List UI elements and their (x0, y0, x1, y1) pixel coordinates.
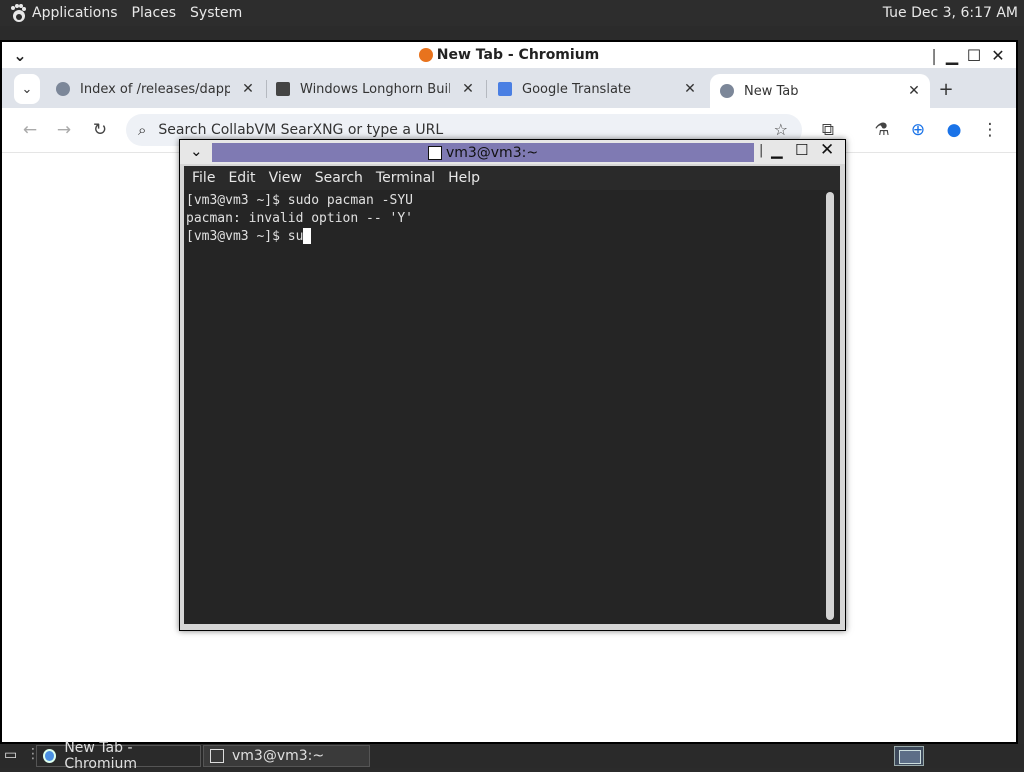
tab-new-tab[interactable]: New Tab ✕ (710, 74, 930, 108)
tab-index-releases[interactable]: Index of /releases/dapper ✕ (56, 74, 256, 104)
terminal-line: [vm3@vm3 ~]$ sudo pacman -SYU (186, 193, 413, 208)
window-menu-chevron-icon[interactable]: ⌄ (10, 45, 30, 65)
profile-icon[interactable]: ● (942, 118, 966, 142)
system-menu[interactable]: System (190, 5, 242, 21)
terminal-cursor (303, 228, 312, 244)
menu-search[interactable]: Search (315, 170, 363, 186)
translate-icon (498, 82, 512, 96)
terminal-line: [vm3@vm3 ~]$ su (186, 229, 304, 244)
menu-help[interactable]: Help (448, 170, 480, 186)
titlebar-separator: | (931, 45, 937, 65)
chrome-icon (720, 84, 734, 98)
more-menu-icon[interactable]: ⋮ (978, 118, 1002, 142)
places-menu[interactable]: Places (132, 5, 177, 21)
tab-label: New Tab (744, 83, 799, 99)
maximize-icon[interactable]: ☐ (795, 141, 808, 159)
tab-close-icon[interactable]: ✕ (906, 83, 922, 99)
back-icon[interactable]: ← (18, 118, 42, 142)
titlebar-separator: | (759, 143, 764, 158)
terminal-titlebar[interactable]: ⌄ vm3@vm3:~ | ▁ ☐ ✕ (180, 140, 845, 164)
forward-icon[interactable]: → (52, 118, 76, 142)
bottom-panel: ▭ ⋮ New Tab - Chromium vm3@vm3:~ (0, 740, 1024, 772)
menu-terminal[interactable]: Terminal (376, 170, 435, 186)
tab-separator (266, 80, 267, 98)
omnibox-placeholder: Search CollabVM SearXNG or type a URL (158, 122, 444, 138)
task-chromium[interactable]: New Tab - Chromium (36, 740, 201, 772)
clock[interactable]: Tue Dec 3, 6:17 AM (883, 5, 1018, 21)
labs-flask-icon[interactable]: ⚗ (870, 118, 894, 142)
tab-separator (486, 80, 487, 98)
window-menu-chevron-icon[interactable]: ⌄ (190, 142, 203, 160)
terminal-title-bar[interactable]: vm3@vm3:~ (212, 143, 754, 162)
tab-label: Windows Longhorn Build (300, 81, 450, 97)
tab-close-icon[interactable]: ✕ (682, 81, 698, 97)
tabstrip: ⌄ Index of /releases/dapper ✕ Windows Lo… (2, 68, 1016, 108)
workspace-switcher[interactable] (894, 746, 924, 766)
minimize-icon[interactable]: ▁ (771, 141, 783, 159)
tab-close-icon[interactable]: ✕ (460, 81, 476, 97)
task-terminal[interactable]: vm3@vm3:~ (203, 745, 370, 767)
chevron-down-icon: ⌄ (21, 81, 33, 97)
terminal-window: ⌄ vm3@vm3:~ | ▁ ☐ ✕ File Edit View Searc… (179, 139, 846, 631)
terminal-scrollbar[interactable] (826, 192, 834, 620)
show-desktop-icon[interactable]: ▭ (4, 747, 17, 763)
plus-icon: + (938, 78, 954, 100)
minimize-icon[interactable]: ▁ (942, 45, 962, 65)
terminal-prompt-line: [vm3@vm3 ~]$ su (186, 228, 840, 246)
terminal-window-title: vm3@vm3:~ (445, 144, 539, 161)
download-icon[interactable]: ⊕ (906, 118, 930, 142)
gnome-foot-icon[interactable] (8, 3, 28, 23)
terminal-output[interactable]: [vm3@vm3 ~]$ sudo pacman -SYU pacman: in… (184, 190, 840, 624)
menu-file[interactable]: File (192, 170, 215, 186)
terminal-app-icon (210, 749, 224, 763)
chromium-favicon (418, 48, 433, 62)
close-icon[interactable]: ✕ (988, 45, 1008, 65)
menu-edit[interactable]: Edit (228, 170, 255, 186)
menu-view[interactable]: View (269, 170, 302, 186)
terminal-line: pacman: invalid option -- 'Y' (186, 211, 413, 226)
applications-menu[interactable]: Applications (32, 5, 118, 21)
maximize-icon[interactable]: ☐ (964, 45, 984, 65)
chromium-titlebar[interactable]: ⌄ New Tab - Chromium | ▁ ☐ ✕ (2, 42, 1016, 68)
terminal-app-icon (427, 145, 442, 160)
reload-icon[interactable]: ↻ (88, 118, 112, 142)
workspace-1[interactable] (899, 750, 921, 764)
close-icon[interactable]: ✕ (820, 140, 834, 160)
task-label: vm3@vm3:~ (232, 748, 325, 764)
terminal-menubar: File Edit View Search Terminal Help (184, 166, 840, 190)
tab-search-button[interactable]: ⌄ (14, 74, 40, 104)
top-panel: Applications Places System Tue Dec 3, 6:… (0, 0, 1024, 26)
columns-icon (276, 82, 290, 96)
tab-google-translate[interactable]: Google Translate ✕ (498, 74, 698, 104)
task-label: New Tab - Chromium (64, 740, 138, 772)
bookmark-star-icon[interactable]: ☆ (774, 120, 788, 139)
search-icon: ⌕ (138, 121, 147, 139)
tab-label: Index of /releases/dapper (80, 81, 230, 97)
chromium-window-title: New Tab - Chromium (436, 47, 600, 63)
globe-icon (56, 82, 70, 96)
chromium-icon (43, 749, 57, 763)
tab-close-icon[interactable]: ✕ (240, 81, 256, 97)
tab-label: Google Translate (522, 81, 632, 97)
new-tab-button[interactable]: + (936, 74, 956, 104)
tab-windows-longhorn[interactable]: Windows Longhorn Build ✕ (276, 74, 476, 104)
